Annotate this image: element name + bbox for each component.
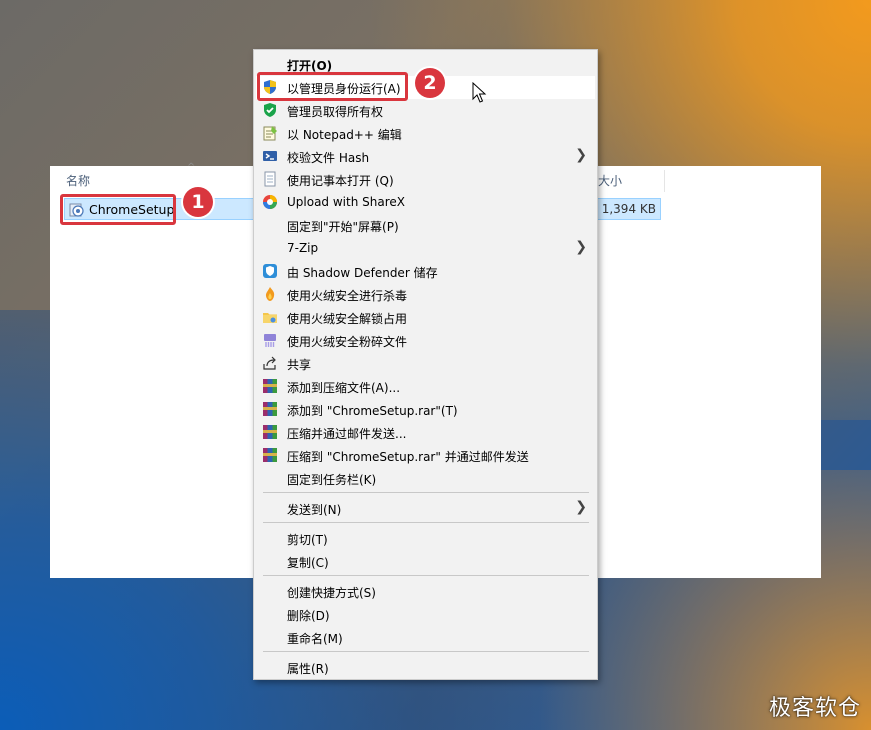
menu-separator	[263, 522, 589, 523]
winrar-icon	[263, 379, 277, 393]
menu-item-label: 创建快捷方式(S)	[287, 586, 376, 600]
step-badge-2: 2	[415, 68, 445, 98]
menu-item-label: 校验文件 Hash	[287, 151, 370, 165]
menu-separator	[263, 575, 589, 576]
winrar-icon	[263, 448, 277, 462]
huorong-icon	[265, 287, 275, 301]
submenu-arrow-icon: ❯	[575, 239, 587, 255]
menu-item-label: 以 Notepad++ 编辑	[287, 128, 402, 142]
menu-item-label: 压缩并通过邮件发送...	[287, 427, 407, 441]
menu-item-take-ownership[interactable]: 管理员取得所有权	[256, 99, 595, 122]
menu-item-label: 删除(D)	[287, 609, 330, 623]
context-menu: 打开(O) 以管理员身份运行(A) 管理员取得所有权 以 Notepad++ 编…	[253, 49, 598, 680]
column-divider[interactable]	[664, 170, 665, 192]
menu-item-label: 剪切(T)	[287, 533, 328, 547]
menu-item-label: 压缩到 "ChromeSetup.rar" 并通过邮件发送	[287, 450, 529, 464]
powershell-icon	[263, 151, 277, 161]
menu-item-label: 重命名(M)	[287, 632, 343, 646]
highlight-box-file	[60, 194, 176, 225]
menu-item-sharex[interactable]: Upload with ShareX	[256, 191, 595, 214]
watermark-text: 极客软仓	[768, 696, 861, 721]
menu-item-compress-email[interactable]: 压缩并通过邮件发送...	[256, 421, 595, 444]
shadow-defender-icon	[263, 264, 277, 278]
menu-item-share[interactable]: 共享	[256, 352, 595, 375]
menu-item-cut[interactable]: 剪切(T)	[256, 527, 595, 550]
menu-item-shadow-defender[interactable]: 由 Shadow Defender 储存	[256, 260, 595, 283]
submenu-arrow-icon: ❯	[575, 147, 587, 163]
column-header-size[interactable]: 大小	[598, 172, 622, 189]
highlight-box-run-as-admin	[257, 72, 408, 101]
menu-item-delete[interactable]: 删除(D)	[256, 603, 595, 626]
menu-item-huorong-shred[interactable]: 使用火绒安全粉碎文件	[256, 329, 595, 352]
menu-item-edit-notepadpp[interactable]: 以 Notepad++ 编辑	[256, 122, 595, 145]
menu-item-label: 共享	[287, 358, 312, 372]
menu-item-label: 由 Shadow Defender 储存	[287, 266, 438, 280]
menu-item-compress-rar-email[interactable]: 压缩到 "ChromeSetup.rar" 并通过邮件发送	[256, 444, 595, 467]
winrar-icon	[263, 402, 277, 416]
menu-item-7zip[interactable]: 7-Zip ❯	[256, 237, 595, 260]
mouse-cursor-icon	[472, 82, 487, 103]
menu-item-label: 属性(R)	[287, 662, 329, 676]
menu-item-label: Upload with ShareX	[287, 195, 405, 209]
notepad-plus-icon	[263, 126, 277, 141]
menu-item-pin-start[interactable]: 固定到"开始"屏幕(P)	[256, 214, 595, 237]
menu-item-label: 添加到 "ChromeSetup.rar"(T)	[287, 404, 458, 418]
menu-item-rename[interactable]: 重命名(M)	[256, 626, 595, 649]
step-badge-1: 1	[183, 187, 213, 217]
menu-item-label: 使用火绒安全进行杀毒	[287, 289, 408, 303]
menu-item-copy[interactable]: 复制(C)	[256, 550, 595, 573]
menu-item-hash[interactable]: 校验文件 Hash ❯	[256, 145, 595, 168]
menu-item-pin-taskbar[interactable]: 固定到任务栏(K)	[256, 467, 595, 490]
menu-item-properties[interactable]: 属性(R)	[256, 656, 595, 679]
menu-item-send-to[interactable]: 发送到(N) ❯	[256, 497, 595, 520]
menu-item-label: 发送到(N)	[287, 503, 342, 517]
share-icon	[263, 356, 276, 370]
menu-item-label: 使用记事本打开 (Q)	[287, 174, 394, 188]
menu-item-label: 固定到"开始"屏幕(P)	[287, 220, 399, 234]
menu-item-label: 使用火绒安全解锁占用	[287, 312, 408, 326]
menu-item-huorong-unlock[interactable]: 使用火绒安全解锁占用	[256, 306, 595, 329]
menu-separator	[263, 492, 589, 493]
menu-item-label: 复制(C)	[287, 556, 329, 570]
notepad-icon	[264, 171, 276, 187]
menu-item-label: 7-Zip	[287, 241, 319, 255]
menu-separator	[263, 651, 589, 652]
menu-item-huorong-scan[interactable]: 使用火绒安全进行杀毒	[256, 283, 595, 306]
submenu-arrow-icon: ❯	[575, 499, 587, 515]
sharex-icon	[263, 195, 277, 209]
column-header-name[interactable]: 名称	[66, 172, 90, 189]
winrar-icon	[263, 425, 277, 439]
menu-item-add-archive[interactable]: 添加到压缩文件(A)...	[256, 375, 595, 398]
green-shield-icon	[264, 103, 276, 117]
menu-item-open-notepad[interactable]: 使用记事本打开 (Q)	[256, 168, 595, 191]
sort-ascending-icon: ^	[187, 162, 196, 173]
huorong-shred-icon	[264, 334, 276, 347]
menu-item-label: 添加到压缩文件(A)...	[287, 381, 401, 395]
menu-item-label: 使用火绒安全粉碎文件	[287, 335, 408, 349]
menu-item-create-shortcut[interactable]: 创建快捷方式(S)	[256, 580, 595, 603]
menu-item-label: 管理员取得所有权	[287, 105, 384, 119]
file-size: 1,394 KB	[601, 202, 656, 216]
menu-item-label: 固定到任务栏(K)	[287, 473, 377, 487]
menu-item-add-rar[interactable]: 添加到 "ChromeSetup.rar"(T)	[256, 398, 595, 421]
huorong-folder-icon	[263, 313, 277, 323]
